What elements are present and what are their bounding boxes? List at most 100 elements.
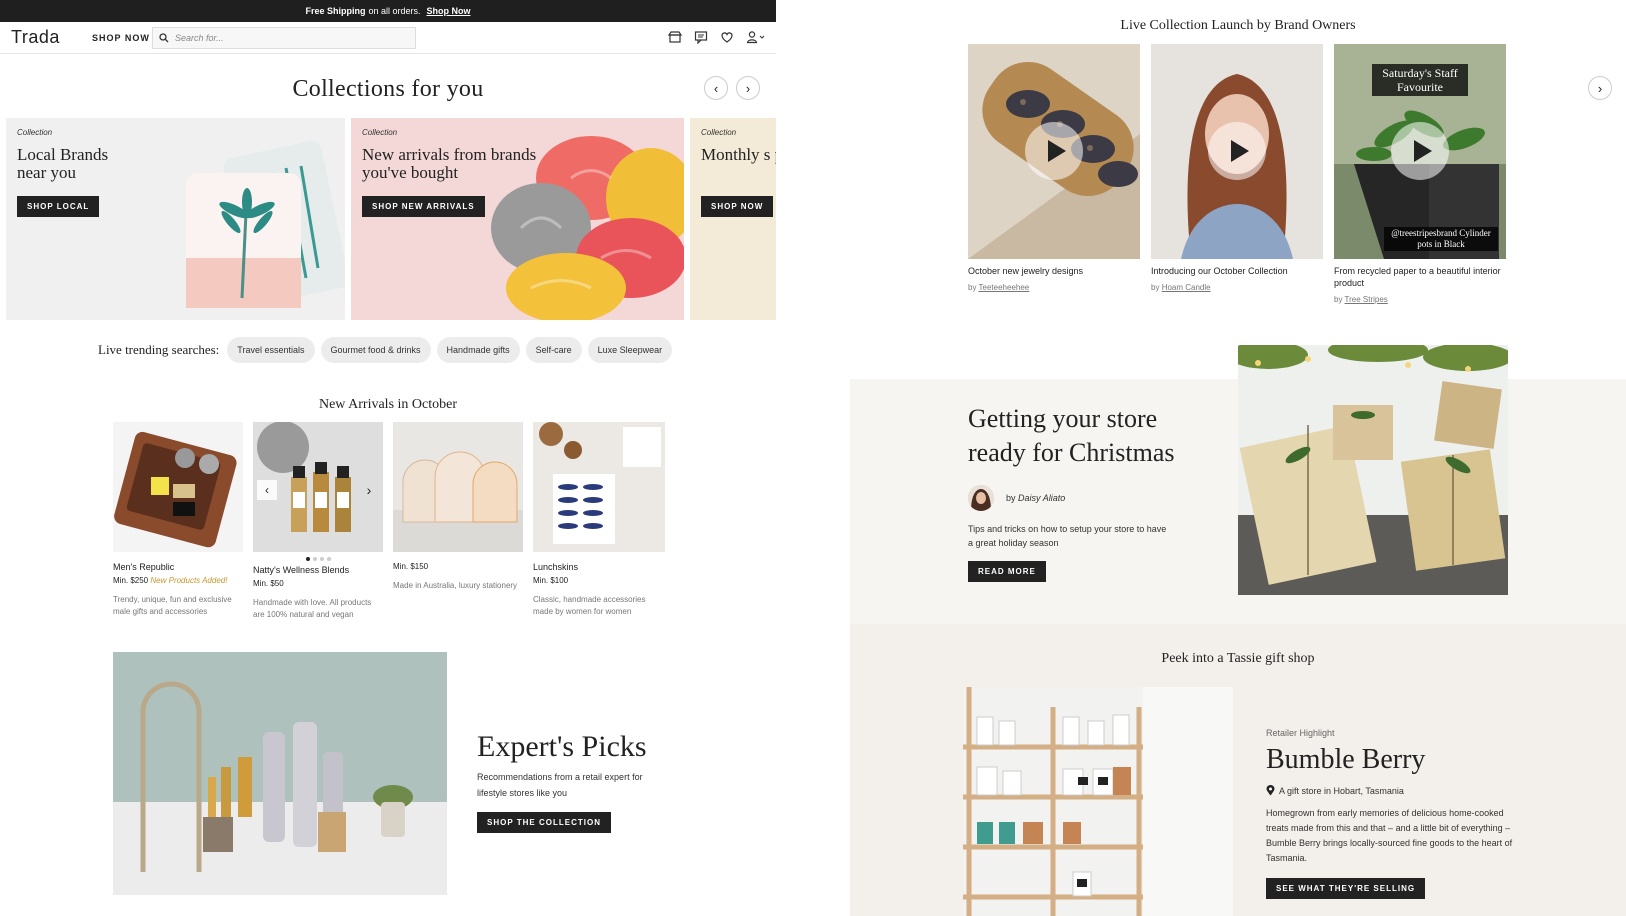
- christmas-desc: Tips and tricks on how to setup your sto…: [968, 524, 1167, 548]
- collections-next-button[interactable]: ›: [736, 76, 760, 100]
- collection-tag: Collection: [701, 128, 737, 137]
- product-card[interactable]: ‹ › Natty's Wellness Blends Min. $50 Han…: [253, 422, 383, 621]
- product-image: [393, 422, 523, 552]
- announcement-link[interactable]: Shop Now: [427, 6, 471, 16]
- product-desc: Classic, handmade accessories made by wo…: [533, 595, 646, 616]
- product-min: Min. $50: [253, 579, 284, 588]
- shop-local-button[interactable]: SHOP LOCAL: [17, 196, 100, 217]
- author-byline: by Daisy Aliato: [1006, 493, 1066, 503]
- announcement-bold: Free Shipping: [305, 6, 366, 16]
- video-byline: by Tree Stripes: [1334, 295, 1388, 304]
- product-image: [533, 422, 665, 552]
- retailer-desc: Homegrown from early memories of delicio…: [1266, 808, 1513, 863]
- product-desc: Made in Australia, luxury stationery: [393, 581, 518, 590]
- video-overlay-title: Saturday's Staff Favourite: [1372, 64, 1468, 96]
- collection-card-local[interactable]: Collection Local Brands near you SHOP LO…: [6, 118, 345, 320]
- announcement-text: on all orders.: [368, 6, 421, 16]
- shop-now-link[interactable]: SHOP NOW: [92, 33, 150, 43]
- announcement-bar: Free Shipping on all orders. Shop Now: [0, 0, 776, 22]
- trending-pill[interactable]: Travel essentials: [227, 337, 315, 363]
- retailer-title: Bumble Berry: [1266, 744, 1426, 775]
- video-caption: Introducing our October Collection: [1151, 266, 1288, 276]
- collection-card-monthly[interactable]: Collection Monthly s picks SHOP NOW: [690, 118, 776, 320]
- logo[interactable]: Trada: [11, 27, 60, 48]
- trending-pill[interactable]: Gourmet food & drinks: [320, 337, 431, 363]
- collection-tag: Collection: [17, 128, 53, 137]
- carousel-dots: [253, 557, 383, 561]
- author-name[interactable]: Daisy Aliato: [1018, 493, 1065, 503]
- shop-now-button[interactable]: SHOP NOW: [701, 196, 774, 217]
- search-placeholder: Search for...: [175, 33, 224, 43]
- see-what-theyre-selling-button[interactable]: SEE WHAT THEY'RE SELLING: [1266, 878, 1426, 899]
- search-input[interactable]: Search for...: [152, 27, 416, 49]
- brand-link[interactable]: Teeteeheehee: [979, 283, 1030, 292]
- chevron-right-icon: ›: [745, 80, 751, 96]
- video-byline: by Teeteeheehee: [968, 283, 1030, 292]
- heart-icon[interactable]: [720, 30, 734, 44]
- new-arrivals-heading: New Arrivals in October: [318, 397, 458, 412]
- experts-image: [113, 652, 447, 895]
- product-carousel-prev[interactable]: ‹: [257, 480, 277, 500]
- carousel-dot[interactable]: [312, 557, 317, 561]
- product-min: Min. $150: [393, 562, 429, 571]
- product-card[interactable]: Min. $150 Made in Australia, luxury stat…: [393, 422, 523, 592]
- carousel-dot-active[interactable]: [305, 557, 310, 561]
- video-card[interactable]: Saturday's Staff Favourite @treestripesb…: [1334, 44, 1506, 304]
- experts-desc: Recommendations from a retail expert for…: [477, 772, 643, 798]
- christmas-title: Getting your store ready for Christmas: [968, 404, 1175, 467]
- play-icon[interactable]: [1025, 122, 1083, 180]
- play-icon[interactable]: [1208, 122, 1266, 180]
- brand-link[interactable]: Hoam Candle: [1162, 283, 1211, 292]
- product-card[interactable]: Men's Republic Min. $250 New Products Ad…: [113, 422, 243, 618]
- brand-link[interactable]: Tree Stripes: [1345, 295, 1388, 304]
- retailer-tag: Retailer Highlight: [1266, 728, 1335, 738]
- messages-icon[interactable]: [694, 30, 708, 44]
- shop-interior-image: [963, 687, 1233, 916]
- product-card[interactable]: Lunchskins Min. $100 Classic, handmade a…: [533, 422, 665, 618]
- video-thumbnail: Saturday's Staff Favourite @treestripesb…: [1334, 44, 1506, 259]
- collection-title: Local Brands near you: [17, 145, 109, 182]
- author-avatar: [968, 485, 994, 511]
- location-pin-icon: [1266, 785, 1275, 796]
- trending-searches: Live trending searches: Travel essential…: [98, 337, 673, 363]
- tassie-heading: Peek into a Tassie gift shop: [1161, 651, 1315, 666]
- video-caption: October new jewelry designs: [968, 266, 1084, 276]
- video-overlay-caption: @treestripesbrand Cylinder pots in Black: [1384, 227, 1498, 251]
- product-carousel-next[interactable]: ›: [359, 480, 379, 500]
- chevron-right-icon: ›: [1597, 80, 1603, 96]
- product-desc: Handmade with love. All products are 100…: [253, 598, 372, 619]
- carousel-dot[interactable]: [326, 557, 331, 561]
- read-more-button[interactable]: READ MORE: [968, 561, 1046, 582]
- new-products-badge: New Products Added!: [150, 576, 228, 585]
- product-min: Min. $100: [533, 576, 569, 585]
- product-image: [113, 422, 243, 552]
- live-next-button[interactable]: ›: [1588, 76, 1612, 100]
- live-heading: Live Collection Launch by Brand Owners: [1120, 18, 1356, 33]
- shop-the-collection-button[interactable]: SHOP THE COLLECTION: [477, 812, 611, 833]
- right-page: Live Collection Launch by Brand Owners ›…: [850, 0, 1626, 916]
- trending-pill[interactable]: Luxe Sleepwear: [587, 337, 673, 363]
- shop-new-arrivals-button[interactable]: SHOP NEW ARRIVALS: [362, 196, 485, 217]
- video-thumbnail: [968, 44, 1140, 259]
- video-card[interactable]: Introducing our October Collection by Ho…: [1151, 44, 1323, 292]
- chevron-left-icon: ‹: [713, 80, 719, 96]
- collection-card-new-arrivals[interactable]: Collection New arrivals from brands you'…: [351, 118, 684, 320]
- store-icon[interactable]: [668, 30, 682, 44]
- account-icon[interactable]: [746, 30, 766, 44]
- chevron-right-icon: ›: [366, 482, 372, 498]
- video-thumbnail: [1151, 44, 1323, 259]
- carousel-dot[interactable]: [319, 557, 324, 561]
- experts-title: Expert's Picks: [477, 730, 647, 763]
- product-name: Men's Republic: [113, 562, 175, 572]
- retailer-location: A gift store in Hobart, Tasmania: [1266, 785, 1404, 796]
- product-min: Min. $250 New Products Added!: [113, 576, 228, 585]
- collections-prev-button[interactable]: ‹: [704, 76, 728, 100]
- product-image: ‹ ›: [253, 422, 383, 552]
- video-card[interactable]: October new jewelry designs by Teeteehee…: [968, 44, 1140, 292]
- product-desc: Trendy, unique, fun and exclusive male g…: [113, 595, 232, 616]
- trending-pill[interactable]: Handmade gifts: [436, 337, 520, 363]
- trending-pill[interactable]: Self-care: [525, 337, 582, 363]
- play-icon[interactable]: [1391, 122, 1449, 180]
- product-name: Lunchskins: [533, 562, 579, 572]
- product-name: Natty's Wellness Blends: [253, 565, 350, 575]
